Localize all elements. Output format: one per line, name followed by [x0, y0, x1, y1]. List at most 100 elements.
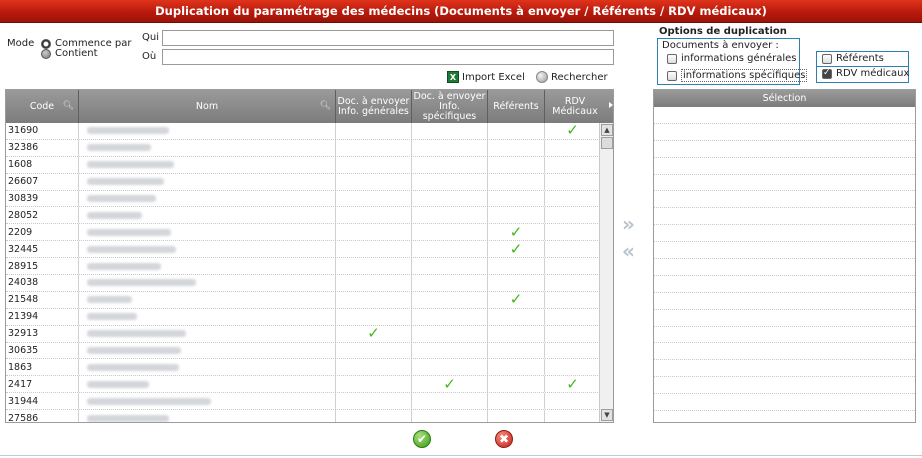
table-row[interactable]: 27586: [6, 410, 600, 422]
col-rdv-medicaux[interactable]: RDV Médicaux: [545, 90, 613, 123]
cell-doc-generales: [336, 156, 412, 173]
table-row[interactable]: 28915: [6, 258, 600, 276]
scroll-thumb[interactable]: [601, 137, 613, 149]
referents-checkbox[interactable]: [822, 53, 832, 64]
mode-option-contient[interactable]: Contient: [41, 48, 98, 59]
cell-code: 31690: [6, 123, 79, 139]
col-doc-specifiques[interactable]: Doc. à envoyer Info. spécifiques: [412, 90, 488, 123]
cell-referents: [488, 410, 545, 422]
info-generales-option[interactable]: informations générales: [667, 53, 796, 64]
table-row[interactable]: 2417 ✓ ✓: [6, 376, 600, 394]
grid-scrollbar[interactable]: ▲ ▼: [599, 123, 613, 422]
import-excel-button[interactable]: X Import Excel: [447, 71, 525, 83]
table-row[interactable]: 21548 ✓: [6, 291, 600, 309]
scroll-right-icon[interactable]: [609, 102, 613, 108]
table-row[interactable]: 30635: [6, 342, 600, 360]
table-row[interactable]: 32913 ✓: [6, 325, 600, 343]
table-row[interactable]: 31944: [6, 393, 600, 411]
col-referents[interactable]: Référents: [488, 90, 545, 123]
cell-doc-generales: [336, 224, 412, 241]
filter-nom-icon[interactable]: 🔍︎: [320, 101, 331, 111]
cell-rdv-medicaux: [545, 258, 600, 274]
cell-doc-specifiques: [412, 308, 488, 325]
list-item: [654, 327, 915, 344]
confirm-button[interactable]: ✔: [413, 430, 431, 448]
col-doc-generales[interactable]: Doc. à envoyer Info. générales: [336, 90, 412, 123]
import-excel-label: Import Excel: [462, 71, 525, 83]
cell-rdv-medicaux: ✓: [545, 123, 600, 139]
ou-input[interactable]: [162, 49, 614, 65]
cell-nom: [79, 224, 336, 241]
cell-rdv-medicaux: [545, 174, 600, 190]
qui-label: Qui: [142, 32, 159, 43]
redacted-name: [87, 414, 169, 422]
move-left-icon[interactable]: «: [622, 241, 644, 261]
cell-doc-generales: [336, 376, 412, 393]
cell-code: 2417: [6, 376, 79, 393]
cell-referents: ✓: [488, 241, 545, 258]
cell-doc-generales: [336, 190, 412, 207]
info-specifiques-option[interactable]: informations spécifiques: [667, 69, 808, 82]
table-row[interactable]: 1863: [6, 359, 600, 377]
scroll-down-icon[interactable]: ▼: [601, 409, 613, 421]
list-item: [654, 225, 915, 243]
col-code[interactable]: Code 🔍︎: [6, 90, 79, 123]
table-row[interactable]: 32386: [6, 139, 600, 157]
selection-list[interactable]: Sélection: [653, 89, 916, 423]
search-button[interactable]: Rechercher: [536, 71, 608, 83]
check-icon: ✔: [416, 432, 428, 446]
cell-code-text: 2417: [8, 378, 33, 390]
cell-code-text: 21394: [8, 311, 39, 323]
table-row[interactable]: 31690 ✓: [6, 123, 600, 140]
cancel-button[interactable]: ✖: [495, 430, 513, 448]
table-row[interactable]: 30839: [6, 190, 600, 208]
move-right-icon[interactable]: »: [622, 214, 644, 234]
cell-doc-generales: [336, 207, 412, 224]
qui-input[interactable]: [162, 30, 614, 46]
scroll-up-icon[interactable]: ▲: [601, 124, 613, 136]
filter-code-icon[interactable]: 🔍︎: [63, 101, 74, 111]
cell-nom: [79, 376, 336, 393]
redacted-name: [87, 195, 157, 202]
cell-code: 2209: [6, 224, 79, 241]
cell-referents: [488, 139, 545, 156]
list-item: [654, 377, 915, 395]
table-row[interactable]: 32445 ✓: [6, 241, 600, 259]
checkmark-icon: ✓: [443, 376, 456, 393]
cell-rdv-medicaux: [545, 241, 600, 257]
cell-code: 27586: [6, 410, 79, 422]
table-row[interactable]: 2209 ✓: [6, 224, 600, 242]
rdv-medicaux-checkbox[interactable]: [822, 68, 832, 79]
cell-code-text: 1608: [8, 159, 33, 171]
info-generales-checkbox[interactable]: [667, 53, 677, 64]
list-item: [654, 293, 915, 310]
col-nom-label: Nom: [195, 100, 219, 112]
grid-body: 31690 ✓ 32386 1608 26607 30839 28052 2209 ✓ 32445…: [6, 123, 600, 422]
info-specifiques-checkbox[interactable]: [667, 70, 677, 81]
list-item: [654, 360, 915, 378]
redacted-name: [87, 245, 177, 253]
radio-commence-par[interactable]: [41, 38, 51, 49]
col-nom[interactable]: Nom 🔍︎: [79, 90, 336, 123]
cell-code-text: 30635: [8, 345, 39, 357]
list-item: [654, 191, 915, 209]
checkmark-icon: ✓: [367, 325, 380, 342]
radio-contient[interactable]: [41, 48, 51, 59]
cell-nom: [79, 173, 336, 190]
rdv-medicaux-option[interactable]: RDV médicaux: [822, 68, 909, 79]
table-row[interactable]: 26607: [6, 173, 600, 191]
referents-option[interactable]: Référents: [822, 53, 884, 64]
cell-rdv-medicaux: [545, 326, 600, 342]
cell-referents: [488, 207, 545, 224]
table-row[interactable]: 1608: [6, 156, 600, 174]
cell-referents: [488, 376, 545, 393]
options-title: Options de duplication: [659, 26, 787, 37]
cell-code: 1863: [6, 359, 79, 376]
table-row[interactable]: 28052: [6, 207, 600, 225]
cell-code-text: 31690: [8, 125, 39, 137]
redacted-name: [87, 144, 152, 152]
checkmark-icon: ✓: [509, 291, 523, 308]
selection-body: [654, 107, 915, 412]
table-row[interactable]: 21394: [6, 308, 600, 326]
table-row[interactable]: 24038: [6, 275, 600, 292]
